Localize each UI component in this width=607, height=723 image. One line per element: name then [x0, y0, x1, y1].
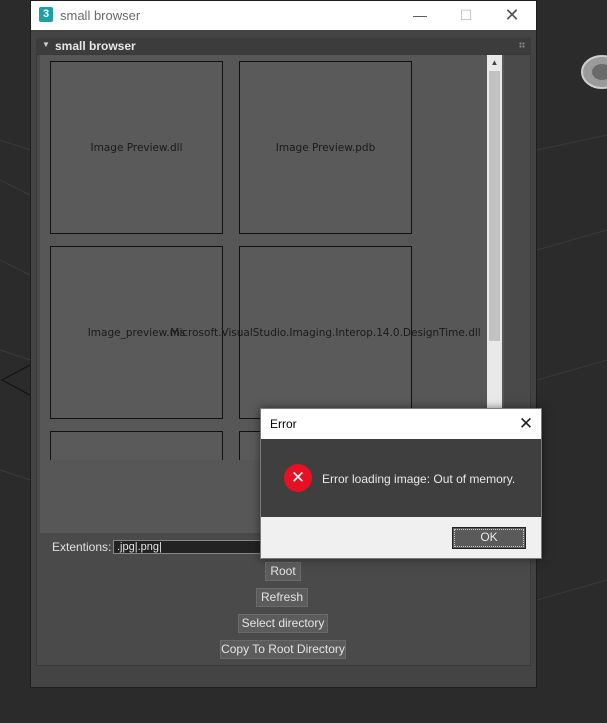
viewport-object: [581, 55, 607, 89]
file-tile[interactable]: [50, 431, 223, 460]
file-tile[interactable]: Image Preview.pdb: [239, 61, 412, 234]
root-button[interactable]: Root: [265, 562, 301, 581]
dialog-title: Error: [270, 417, 297, 431]
tile-grid: Image Preview.dll Image Preview.pdb Imag…: [40, 55, 486, 460]
scroll-up-icon[interactable]: ▲: [487, 55, 502, 71]
file-tile[interactable]: Microsoft.VisualStudio.Imaging.Interop.1…: [170, 246, 481, 419]
collapse-arrow-icon[interactable]: ▼: [42, 40, 50, 49]
file-tile[interactable]: Image Preview.dll: [50, 61, 223, 234]
error-icon: ✕: [284, 464, 312, 492]
grip-icon[interactable]: [519, 42, 525, 48]
dialog-footer: OK: [261, 517, 541, 558]
window-titlebar[interactable]: 3 small browser — ☐ ✕: [31, 1, 536, 30]
ok-button[interactable]: OK: [452, 527, 526, 549]
window-title: small browser: [60, 8, 141, 23]
extensions-label: Extentions:: [52, 540, 112, 554]
maximize-button[interactable]: ☐: [443, 1, 489, 30]
error-dialog: Error ✕ ✕ Error loading image: Out of me…: [260, 408, 542, 559]
extensions-input[interactable]: [113, 540, 273, 554]
copy-to-root-directory-button[interactable]: Copy To Root Directory: [220, 640, 346, 659]
dialog-titlebar[interactable]: Error ✕: [261, 409, 541, 439]
dialog-close-button[interactable]: ✕: [511, 409, 541, 439]
rollout-title: small browser: [55, 39, 136, 53]
close-button[interactable]: ✕: [489, 1, 535, 30]
select-directory-button[interactable]: Select directory: [238, 614, 328, 633]
scrollbar-thumb[interactable]: [489, 71, 500, 341]
app-icon: 3: [39, 7, 53, 22]
error-message: Error loading image: Out of memory.: [322, 472, 516, 486]
vertical-scrollbar[interactable]: ▲: [487, 55, 502, 408]
minimize-button[interactable]: —: [397, 1, 443, 30]
rollout-header[interactable]: ▼ small browser: [36, 38, 531, 54]
refresh-button[interactable]: Refresh: [256, 588, 308, 607]
